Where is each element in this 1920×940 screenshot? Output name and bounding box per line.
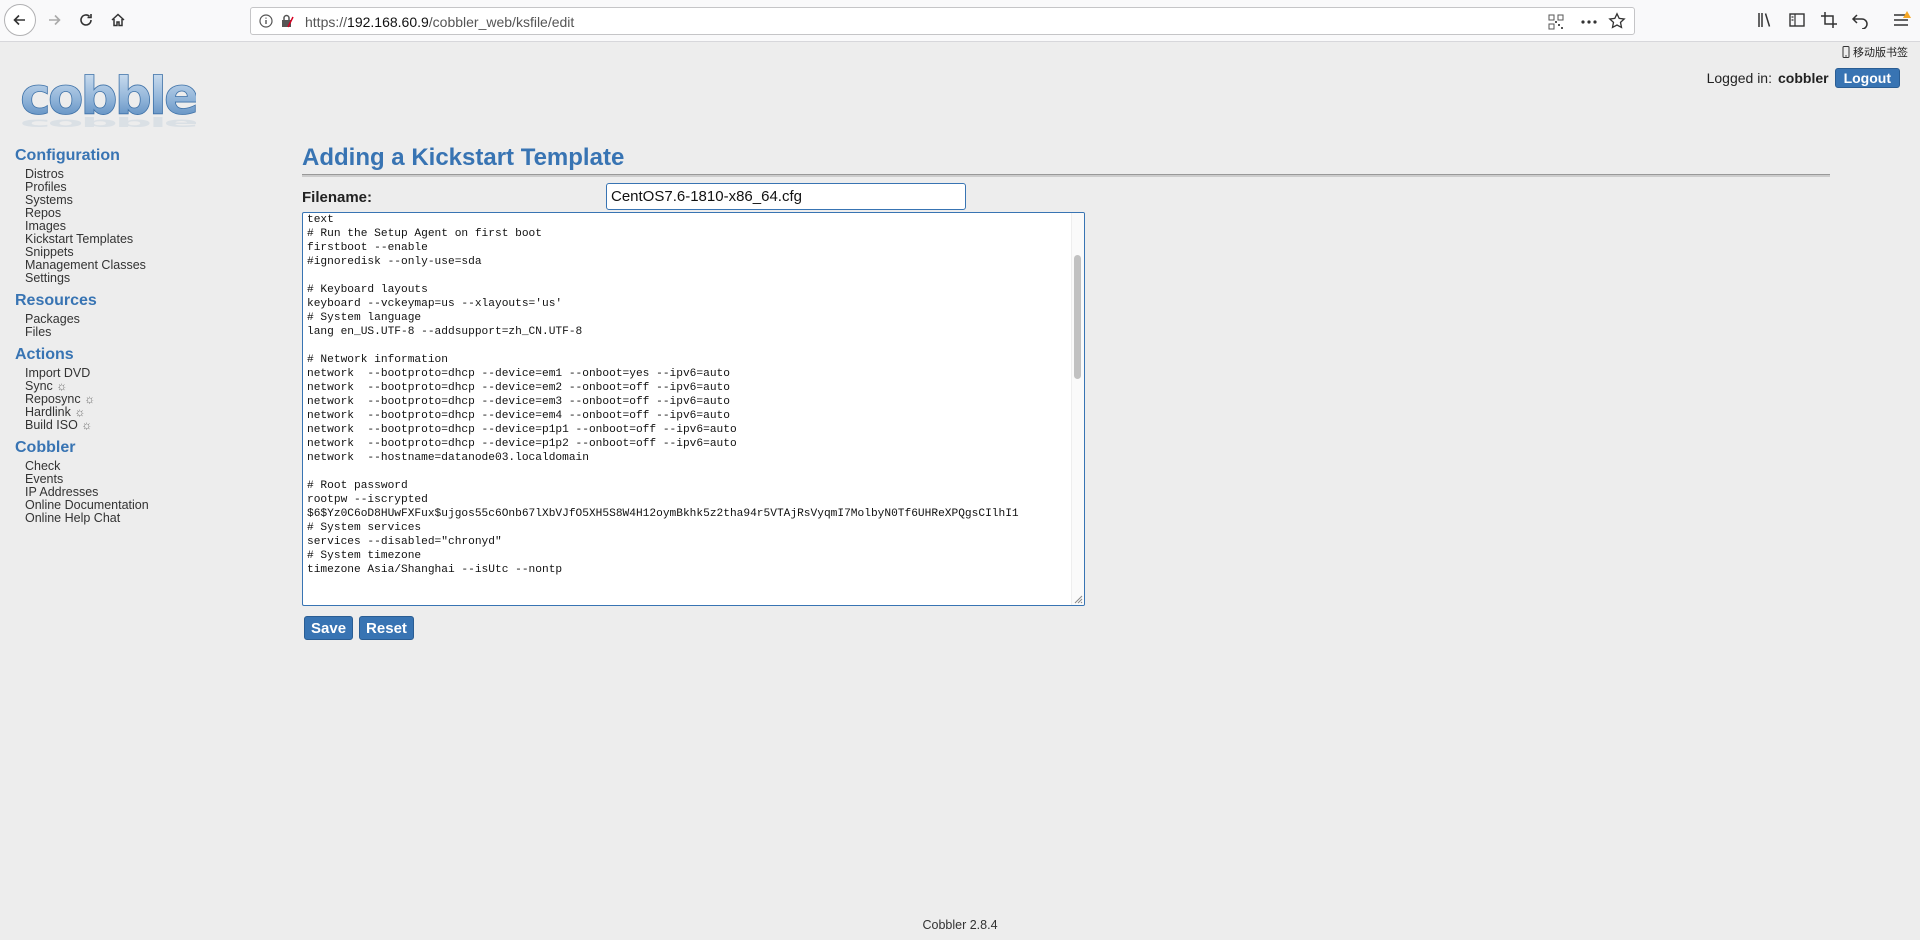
library-icon[interactable] — [1756, 11, 1774, 29]
mobile-device-icon — [1842, 46, 1850, 58]
kickstart-editor[interactable]: text # Run the Setup Agent on first boot… — [302, 212, 1085, 606]
login-status: Logged in: cobbler Logout — [1707, 68, 1900, 88]
arrow-right-icon — [49, 14, 61, 26]
save-button[interactable]: Save — [304, 616, 354, 640]
logout-button[interactable]: Logout — [1834, 68, 1900, 88]
logged-in-label: Logged in: — [1706, 70, 1772, 86]
sidebar-item-online-help-chat[interactable]: Online Help Chat — [25, 512, 265, 525]
home-button[interactable] — [102, 4, 134, 36]
spinner-icon: ☼ — [84, 392, 96, 406]
address-bar[interactable]: https://192.168.60.9/cobbler_web/ksfile/… — [250, 7, 1635, 35]
spinner-icon: ☼ — [74, 405, 86, 419]
reset-button[interactable]: Reset — [359, 616, 414, 640]
home-icon — [111, 13, 125, 27]
spinner-icon: ☼ — [56, 379, 68, 393]
sidebar-item-packages[interactable]: Packages — [25, 313, 265, 326]
sidebar-item-systems[interactable]: Systems — [25, 194, 265, 207]
sidebar-heading-resources: Resources — [15, 292, 97, 309]
menu-icon[interactable] — [1892, 11, 1912, 29]
bookmark-star-icon[interactable] — [1608, 12, 1626, 30]
sidebar-icon[interactable] — [1788, 11, 1806, 29]
sidebar-item-settings[interactable]: Settings — [25, 272, 265, 285]
footer-version: Cobbler 2.8.4 — [922, 918, 998, 932]
kickstart-content[interactable]: text # Run the Setup Agent on first boot… — [303, 213, 1084, 577]
filename-row: Filename: — [302, 183, 1830, 213]
insecure-lock-icon[interactable] — [279, 13, 295, 29]
title-divider — [302, 174, 1830, 177]
forward-button[interactable] — [38, 4, 70, 36]
qr-code-icon[interactable] — [1548, 14, 1564, 30]
back-button[interactable] — [4, 4, 36, 36]
reload-button[interactable] — [70, 4, 102, 36]
username: cobbler — [1778, 70, 1829, 86]
browser-toolbar: https://192.168.60.9/cobbler_web/ksfile/… — [0, 0, 1920, 59]
undo-icon[interactable] — [1851, 11, 1869, 29]
page-title: Adding a Kickstart Template — [302, 144, 625, 171]
sidebar-item-files[interactable]: Files — [25, 326, 265, 339]
filename-label: Filename: — [302, 189, 373, 206]
info-icon[interactable] — [259, 14, 273, 28]
svg-text:cobbler: cobbler — [20, 115, 196, 130]
arrow-left-icon — [13, 14, 25, 26]
form-actions: Save Reset — [304, 616, 414, 640]
screenshot-crop-icon[interactable] — [1820, 11, 1838, 29]
spinner-icon: ☼ — [81, 418, 93, 432]
mobile-bookmarks[interactable]: 移动版书签 — [1842, 44, 1908, 60]
sidebar-nav: Configuration Distros Profiles Systems R… — [15, 144, 265, 531]
scrollbar-thumb[interactable] — [1074, 255, 1081, 379]
sidebar-heading-cobbler: Cobbler — [15, 439, 76, 456]
cobbler-logo[interactable]: cobbler cobbler — [18, 70, 196, 132]
editor-scrollbar[interactable] — [1071, 213, 1084, 605]
sidebar-heading-actions: Actions — [15, 346, 74, 363]
reload-icon — [80, 14, 92, 26]
url-text: https://192.168.60.9/cobbler_web/ksfile/… — [305, 14, 575, 30]
resize-grip-icon[interactable] — [1073, 594, 1083, 604]
filename-input[interactable] — [606, 183, 966, 210]
sidebar-heading-configuration[interactable]: Configuration — [15, 146, 265, 166]
sidebar-item-build-iso[interactable]: Build ISO ☼ — [25, 419, 265, 432]
main-content: Adding a Kickstart Template Filename: te… — [302, 144, 1830, 640]
mobile-bookmarks-label: 移动版书签 — [1853, 47, 1908, 59]
more-actions-icon[interactable] — [1580, 14, 1598, 30]
